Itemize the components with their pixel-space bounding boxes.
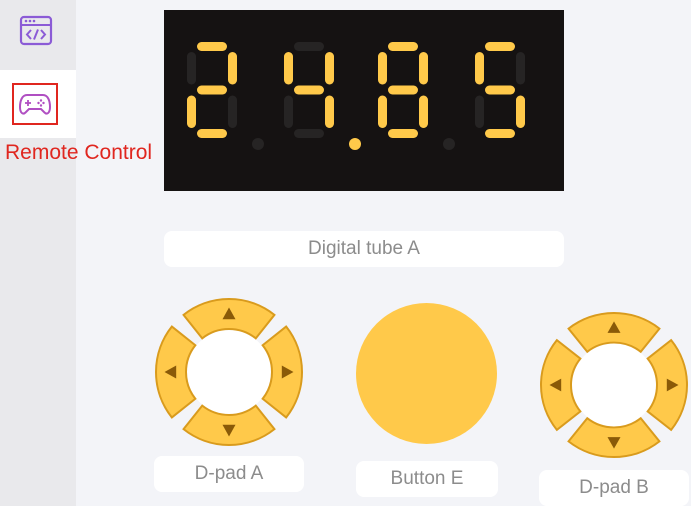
dpad-b[interactable] — [538, 310, 690, 460]
segment-g — [197, 85, 227, 95]
segment-e — [284, 95, 293, 128]
dpad-center — [572, 343, 656, 427]
sidebar-item-remote-control[interactable] — [0, 70, 76, 138]
seven-segment-display — [187, 42, 525, 150]
gamepad-icon-frame — [12, 83, 58, 125]
segment-a — [197, 42, 227, 51]
segment-f — [475, 52, 484, 85]
segment-a — [388, 42, 418, 51]
gamepad-icon — [19, 94, 51, 115]
sidebar-item-code[interactable] — [0, 0, 76, 68]
segment-c — [516, 95, 525, 128]
decimal-point — [349, 138, 361, 150]
decimal-point — [252, 138, 264, 150]
sidebar-item-label: Remote Control — [5, 141, 153, 164]
segment-d — [388, 129, 418, 138]
segment-e — [187, 95, 196, 128]
segment-c — [325, 95, 334, 128]
segment-b — [228, 52, 237, 85]
dpad-a-graphic — [155, 298, 303, 446]
digital-tube-label: Digital tube A — [164, 231, 564, 267]
segment-d — [485, 129, 515, 138]
dpad-b-label: D-pad B — [539, 470, 689, 506]
segment-e — [475, 95, 484, 128]
button-e[interactable] — [356, 303, 497, 444]
segment-g — [294, 85, 324, 95]
dpad-a-label: D-pad A — [154, 456, 304, 492]
dpad-center — [187, 330, 271, 414]
segment-g — [485, 85, 515, 95]
segment-b — [419, 52, 428, 85]
segment-c — [419, 95, 428, 128]
segment-g — [388, 85, 418, 95]
segment-d — [294, 129, 324, 138]
sidebar — [0, 0, 76, 506]
decimal-point — [443, 138, 455, 150]
segment-f — [187, 52, 196, 85]
dpad-b-graphic — [540, 311, 688, 459]
dpad-a[interactable] — [153, 296, 305, 448]
segment-b — [325, 52, 334, 85]
segment-b — [516, 52, 525, 85]
segment-a — [485, 42, 515, 51]
button-e-label: Button E — [356, 461, 498, 497]
segment-c — [228, 95, 237, 128]
segment-e — [378, 95, 387, 128]
code-window-icon — [19, 15, 53, 46]
digital-tube-display — [164, 10, 564, 191]
segment-d — [197, 129, 227, 138]
segment-f — [378, 52, 387, 85]
segment-f — [284, 52, 293, 85]
segment-a — [294, 42, 324, 51]
